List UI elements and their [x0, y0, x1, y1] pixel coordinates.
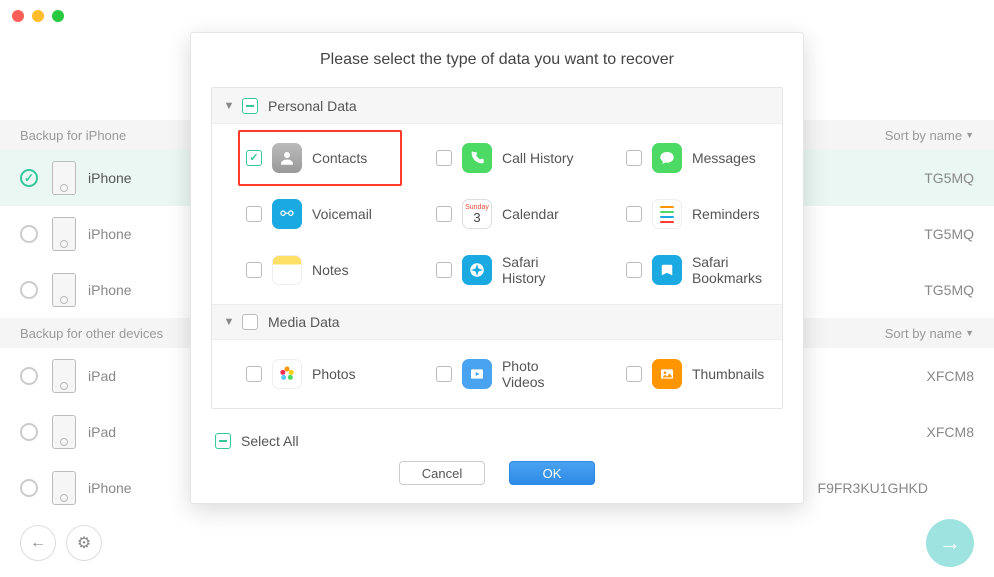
cancel-button[interactable]: Cancel	[399, 461, 485, 485]
item-safari-bm-label: Safari Bookmarks	[692, 254, 772, 286]
window-maximize-button[interactable]	[52, 10, 64, 22]
item-safari-hist-label: Safari History	[502, 254, 582, 286]
voicemail-glyph: ⚯	[280, 204, 293, 224]
checkbox-voicemail[interactable]	[246, 206, 262, 222]
checkbox-media-group[interactable]	[242, 314, 258, 330]
item-messages[interactable]: Messages	[592, 130, 782, 186]
item-contacts[interactable]: Contacts	[238, 130, 402, 186]
item-calendar-label: Calendar	[502, 206, 559, 222]
item-voicemail[interactable]: ⚯ Voicemail	[212, 186, 402, 242]
modal-backdrop: Please select the type of data you want …	[0, 32, 994, 577]
group-media-label: Media Data	[268, 314, 340, 330]
group-personal-label: Personal Data	[268, 98, 357, 114]
checkbox-contacts[interactable]	[246, 150, 262, 166]
media-data-grid: Photos Photo Videos Thum	[212, 340, 782, 408]
calendar-day: 3	[473, 211, 480, 224]
item-call-history[interactable]: Call History	[402, 130, 592, 186]
notes-icon	[272, 255, 302, 285]
main-content: Backup for iPhone Sort by name ▼ iPhone …	[0, 32, 994, 577]
checkbox-personal-group[interactable]	[242, 98, 258, 114]
item-notes[interactable]: Notes	[212, 242, 402, 298]
phone-icon	[462, 143, 492, 173]
window-minimize-button[interactable]	[32, 10, 44, 22]
modal-buttons: Cancel OK	[191, 457, 803, 503]
modal-title: Please select the type of data you want …	[191, 33, 803, 87]
messages-icon	[652, 143, 682, 173]
item-photos-label: Photos	[312, 366, 356, 382]
data-type-panel: ▼ Personal Data Contacts	[211, 87, 783, 409]
item-voicemail-label: Voicemail	[312, 206, 372, 222]
checkbox-thumbnails[interactable]	[626, 366, 642, 382]
contacts-icon	[272, 143, 302, 173]
thumbnails-icon	[652, 359, 682, 389]
ok-button-label: OK	[543, 466, 562, 481]
item-reminders-label: Reminders	[692, 206, 760, 222]
checkbox-photos[interactable]	[246, 366, 262, 382]
item-call-label: Call History	[502, 150, 574, 166]
checkbox-safari-bm[interactable]	[626, 262, 642, 278]
group-header-personal[interactable]: ▼ Personal Data	[212, 88, 782, 124]
checkbox-reminders[interactable]	[626, 206, 642, 222]
checkbox-calendar[interactable]	[436, 206, 452, 222]
data-type-modal: Please select the type of data you want …	[190, 32, 804, 504]
checkbox-select-all[interactable]	[215, 433, 231, 449]
safari-icon	[462, 255, 492, 285]
calendar-icon: Sunday3	[462, 199, 492, 229]
bookmark-icon	[652, 255, 682, 285]
voicemail-icon: ⚯	[272, 199, 302, 229]
item-photo-videos[interactable]: Photo Videos	[402, 346, 592, 402]
item-safari-history[interactable]: Safari History	[402, 242, 592, 298]
item-contacts-label: Contacts	[312, 150, 367, 166]
cancel-button-label: Cancel	[422, 466, 462, 481]
ok-button[interactable]: OK	[509, 461, 595, 485]
select-all-label: Select All	[241, 433, 299, 449]
checkbox-messages[interactable]	[626, 150, 642, 166]
item-notes-label: Notes	[312, 262, 349, 278]
checkbox-call[interactable]	[436, 150, 452, 166]
item-photos[interactable]: Photos	[212, 346, 402, 402]
checkbox-notes[interactable]	[246, 262, 262, 278]
reminders-icon	[652, 199, 682, 229]
item-photo-videos-label: Photo Videos	[502, 358, 582, 390]
item-calendar[interactable]: Sunday3 Calendar	[402, 186, 592, 242]
window-controls	[0, 0, 994, 32]
photo-videos-icon	[462, 359, 492, 389]
item-reminders[interactable]: Reminders	[592, 186, 782, 242]
select-all-row[interactable]: Select All	[191, 423, 803, 457]
item-thumbnails[interactable]: Thumbnails	[592, 346, 782, 402]
item-safari-bookmarks[interactable]: Safari Bookmarks	[592, 242, 782, 298]
disclosure-triangle-icon[interactable]: ▼	[222, 100, 236, 112]
item-messages-label: Messages	[692, 150, 756, 166]
photos-icon	[272, 359, 302, 389]
disclosure-triangle-icon[interactable]: ▼	[222, 316, 236, 328]
personal-data-grid: Contacts Call History Me	[212, 124, 782, 304]
window-close-button[interactable]	[12, 10, 24, 22]
checkbox-photo-videos[interactable]	[436, 366, 452, 382]
item-thumbnails-label: Thumbnails	[692, 366, 764, 382]
group-header-media[interactable]: ▼ Media Data	[212, 304, 782, 340]
checkbox-safari-hist[interactable]	[436, 262, 452, 278]
